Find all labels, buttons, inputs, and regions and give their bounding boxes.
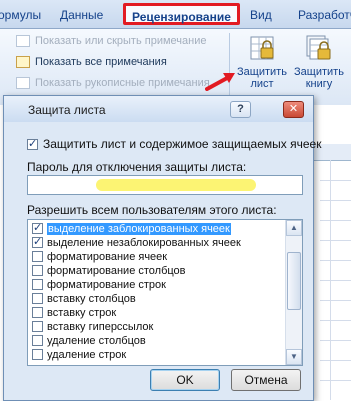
tab-view[interactable]: Вид [250,8,272,22]
permission-checkbox[interactable] [32,349,43,360]
list-item[interactable]: удаление столбцов [32,334,146,347]
protect-sheet-button[interactable]: Защитить лист [236,33,288,90]
permission-label: вставку гиперссылок [47,320,154,333]
dialog-title: Защита листа [28,103,106,117]
comments-icon [16,56,30,68]
grid-line [320,280,351,281]
scroll-down-icon[interactable]: ▼ [286,349,302,365]
list-item[interactable]: вставку строк [32,306,116,319]
tab-review[interactable]: Рецензирование [123,3,240,25]
ok-button[interactable]: OK [150,369,220,391]
list-item[interactable]: форматирование ячеек [32,250,167,263]
cancel-button[interactable]: Отмена [231,369,301,391]
grid-line [320,360,351,361]
permission-checkbox[interactable] [32,279,43,290]
grid-line [320,380,351,381]
permission-checkbox[interactable] [32,293,43,304]
ink-comment-icon [16,77,30,89]
permission-label: выделение незаблокированных ячеек [47,236,241,249]
protect-workbook-icon [306,35,331,60]
permission-checkbox[interactable] [32,321,43,332]
permission-label: вставку строк [47,306,117,319]
permission-checkbox[interactable] [32,265,43,276]
grid-line [320,260,351,261]
permission-label: форматирование ячеек [47,250,168,263]
protect-sheet-icon [250,36,274,60]
permissions-list[interactable]: выделение заблокированных ячеек выделени… [27,219,303,366]
grid-line [320,200,351,201]
list-scrollbar[interactable]: ▲ ▼ [285,220,302,365]
grid-line [320,340,351,341]
scroll-up-icon[interactable]: ▲ [286,220,302,236]
grid-line [320,220,351,221]
protect-workbook-button[interactable]: Защитить книгу [293,33,345,90]
permission-checkbox[interactable] [32,335,43,346]
protect-sheet-checkbox-label: Защитить лист и содержимое защищаемых яч… [43,137,322,151]
allow-users-label: Разрешить всем пользователям этого листа… [27,203,277,217]
protect-workbook-label-2: книгу [305,78,333,90]
grid-line [320,300,351,301]
protect-sheet-label-1: Защитить [237,66,287,78]
ribbon-tab-bar: ормулы Данные Рецензирование Вид Разрабо… [0,0,351,29]
comment-icon [16,35,30,47]
list-item[interactable]: выделение незаблокированных ячеек [32,235,241,249]
permission-label: выделение заблокированных ячеек [47,222,231,235]
help-button[interactable]: ? [230,101,251,118]
password-field[interactable] [27,175,303,195]
permission-checkbox[interactable] [32,307,43,318]
permission-checkbox[interactable] [32,251,43,262]
permission-checkbox[interactable] [32,235,43,248]
permission-label: удаление строк [47,348,127,361]
list-item[interactable]: форматирование строк [32,278,166,291]
dialog-titlebar[interactable]: Защита листа ? ✕ [4,96,313,122]
ribbon-panel: Показать или скрыть примечание Показать … [0,29,351,105]
show-all-comments-button[interactable]: Показать все примечания [16,56,167,68]
tab-developer[interactable]: Разработч [298,8,351,22]
red-arrow-icon [205,73,235,91]
list-item[interactable]: удаление строк [32,348,126,361]
list-item[interactable]: выделение заблокированных ячеек [32,221,231,235]
protect-sheet-checkbox-row[interactable]: Защитить лист и содержимое защищаемых яч… [27,137,321,151]
show-ink-comments-label: Показать рукописные примечания [35,77,210,89]
permission-label: форматирование столбцов [47,264,186,277]
list-item[interactable]: форматирование столбцов [32,264,186,277]
protect-sheet-label-2: лист [250,78,274,90]
show-ink-comments-button[interactable]: Показать рукописные примечания [16,77,210,89]
password-highlight-mark [96,179,256,191]
permission-label: вставку столбцов [47,292,136,305]
protect-sheet-checkbox[interactable] [27,137,38,150]
password-label: Пароль для отключения защиты листа: [27,160,247,174]
show-hide-comment-button[interactable]: Показать или скрыть примечание [16,35,206,47]
protect-workbook-label-1: Защитить [294,66,344,78]
list-item[interactable]: вставку столбцов [32,292,136,305]
grid-line [320,320,351,321]
tab-data[interactable]: Данные [60,8,103,22]
show-all-comments-label: Показать все примечания [35,56,167,68]
permission-checkbox[interactable] [32,221,43,234]
scroll-thumb[interactable] [287,252,301,310]
grid-line [320,180,351,181]
permission-label: форматирование строк [47,278,166,291]
grid-line [320,240,351,241]
list-item[interactable]: вставку гиперссылок [32,320,153,333]
permission-label: удаление столбцов [47,334,146,347]
tab-formulas[interactable]: ормулы [0,8,41,22]
protect-sheet-dialog: Защита листа ? ✕ Защитить лист и содержи… [3,95,321,401]
show-hide-comment-label: Показать или скрыть примечание [35,35,207,47]
close-button[interactable]: ✕ [283,101,304,118]
